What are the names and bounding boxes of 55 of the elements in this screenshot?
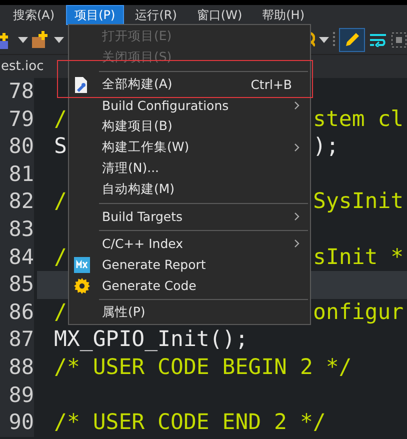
highlight-button[interactable] — [339, 28, 365, 52]
line-number: 90 — [0, 409, 34, 437]
menu-item[interactable]: 构建工作集(W) — [69, 137, 310, 158]
line-number: 84 — [0, 244, 34, 272]
line-number: 78 — [0, 78, 34, 106]
code-comment: / — [54, 300, 67, 325]
line-number: 80 — [0, 133, 34, 161]
line-number: 89 — [0, 382, 34, 410]
line-number: 87 — [0, 326, 34, 354]
menu-item[interactable]: 自动构建(M) — [69, 179, 310, 200]
code-comment: / — [54, 244, 67, 270]
word-wrap-icon[interactable] — [369, 32, 387, 46]
line-number: 85 — [0, 271, 34, 299]
block-select-icon[interactable] — [391, 32, 407, 48]
menu-item[interactable]: 构建项目(B) — [69, 116, 310, 137]
menu-item[interactable]: Generate Code — [69, 275, 310, 296]
line-number: 86 — [0, 298, 34, 326]
line-number: 88 — [0, 354, 34, 382]
code-comment: / — [54, 189, 67, 214]
menu-item[interactable]: C/C++ Index — [69, 233, 310, 254]
caret-icon[interactable] — [18, 36, 28, 42]
build-file-icon — [74, 76, 88, 92]
pencil-icon — [343, 30, 361, 48]
code-text: ); — [313, 133, 339, 161]
menu-bar-item[interactable]: 运行(R) — [126, 5, 186, 25]
menu-item[interactable]: Build Configurations — [69, 95, 310, 116]
line-number: 79 — [0, 106, 34, 134]
code-comment: sInit * — [313, 244, 404, 272]
folder-plus-icon[interactable] — [32, 30, 50, 48]
code-comment: /* USER CODE BEGIN 2 */ — [54, 354, 352, 382]
menu-bar-item[interactable]: 帮助(H) — [253, 5, 314, 25]
menu-item[interactable]: Build Targets — [69, 206, 310, 227]
menu-bar-item[interactable]: 搜索(A) — [4, 5, 64, 25]
menu-bar-item[interactable]: 项目(P) — [66, 5, 124, 25]
menu-item[interactable]: 属性(P) — [69, 302, 310, 323]
code-comment: onfigur — [313, 298, 404, 326]
mx-icon — [74, 256, 90, 272]
line-number: 83 — [0, 216, 34, 244]
code-comment: / — [54, 106, 67, 132]
code-comment: stem cl — [313, 106, 404, 134]
menu-item[interactable]: Generate Report — [69, 254, 310, 275]
gear-icon — [74, 278, 90, 294]
caret-icon[interactable] — [319, 36, 329, 42]
code-comment: SysInit — [313, 188, 404, 216]
line-number: 82 — [0, 188, 34, 216]
menu-item[interactable]: 全部构建(A) Ctrl+B — [69, 74, 310, 95]
menu-item[interactable]: 清理(N)... — [69, 158, 310, 179]
line-number: 81 — [0, 160, 34, 188]
caret-icon[interactable] — [54, 36, 64, 42]
code-text: S — [54, 134, 67, 160]
shortcut-label: Ctrl+B — [250, 77, 292, 92]
code-text: MX_GPIO_Init(); — [54, 326, 248, 354]
menu-bar-item[interactable]: 窗口(W) — [188, 5, 252, 25]
editor-tab[interactable]: est.ioc — [1, 59, 44, 74]
code-comment: /* USER CODE END 2 */ — [54, 409, 326, 437]
